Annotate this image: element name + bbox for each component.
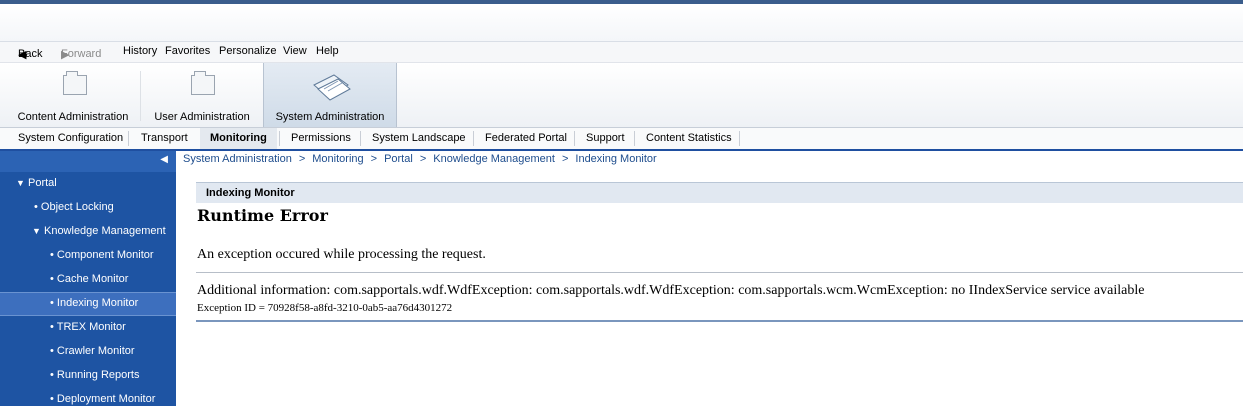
sidebar-item-portal[interactable]: ▼ Portal <box>0 173 176 195</box>
breadcrumb-separator: > <box>298 153 306 165</box>
sidebar-item-label: Deployment Monitor <box>56 393 156 405</box>
error-additional-info: Additional information: com.sapportals.w… <box>197 283 1145 298</box>
sidebar-item-label: Running Reports <box>56 369 140 381</box>
exception-id: Exception ID = 70928f58-a8fd-3210-0ab5-a… <box>197 302 453 314</box>
tab-divider <box>739 131 740 146</box>
role-user-administration[interactable]: User Administration <box>148 63 256 127</box>
tab-divider <box>360 131 361 146</box>
sidebar-item-component-monitor[interactable]: • Component Monitor <box>0 245 176 267</box>
breadcrumb: System Administration > Monitoring > Portal >… <box>183 153 657 165</box>
tab-permissions[interactable]: Permissions <box>291 132 351 144</box>
tab-federated-portal[interactable]: Federated Portal <box>485 132 567 144</box>
bullet-icon: • <box>50 273 54 285</box>
sidebar-item-label: Portal <box>27 177 57 189</box>
back-label: Back <box>18 48 43 60</box>
sidebar-item-crawler-monitor[interactable]: • Crawler Monitor <box>0 341 176 363</box>
bullet-icon: • <box>50 321 54 333</box>
tab-monitoring[interactable]: Monitoring <box>200 128 277 149</box>
tab-divider <box>574 131 575 146</box>
history-menu[interactable]: History <box>123 45 157 57</box>
tab-divider <box>128 131 129 146</box>
bullet-icon: • <box>50 369 54 381</box>
tab-transport[interactable]: Transport <box>141 132 188 144</box>
breadcrumb-item[interactable]: Monitoring <box>312 153 363 165</box>
sidebar-item-label: Cache Monitor <box>56 273 129 285</box>
portal-header <box>0 4 1243 42</box>
breadcrumb-item[interactable]: System Administration <box>183 153 292 165</box>
breadcrumb-separator: > <box>370 153 378 165</box>
personalize-menu[interactable]: Personalize <box>219 45 276 57</box>
help-menu[interactable]: Help <box>316 45 339 57</box>
breadcrumb-separator: > <box>561 153 569 165</box>
indexing-monitor-panel: Indexing Monitor Runtime Error An except… <box>196 182 1243 322</box>
panel-title-bar: Indexing Monitor <box>196 182 1243 203</box>
bullet-icon: • <box>50 393 54 405</box>
sidebar-item-knowledge-management[interactable]: ▼ Knowledge Management <box>0 221 176 243</box>
breadcrumb-separator: > <box>419 153 427 165</box>
sidebar-item-label: TREX Monitor <box>56 321 126 333</box>
role-system-administration[interactable]: System Administration <box>263 63 397 127</box>
role-label: System Administration <box>275 111 385 123</box>
tab-content-statistics[interactable]: Content Statistics <box>646 132 732 144</box>
sidebar-item-label: Component Monitor <box>56 249 154 261</box>
view-menu[interactable]: View <box>283 45 307 57</box>
breadcrumb-item[interactable]: Knowledge Management <box>433 153 555 165</box>
breadcrumb-item[interactable]: Portal <box>384 153 413 165</box>
divider <box>196 272 1243 273</box>
error-message: An exception occured while processing th… <box>197 247 486 262</box>
role-label: Content Administration <box>17 111 129 123</box>
sidebar-item-trex-monitor[interactable]: • TREX Monitor <box>0 317 176 339</box>
breadcrumb-current[interactable]: Indexing Monitor <box>575 153 656 165</box>
tab-divider <box>473 131 474 146</box>
role-label: User Administration <box>154 111 250 123</box>
expanded-triangle-icon: ▼ <box>16 178 25 188</box>
folder-icon <box>63 71 87 95</box>
expanded-triangle-icon: ▼ <box>32 226 41 236</box>
folder-icon <box>191 71 215 95</box>
sidebar-item-indexing-monitor[interactable]: • Indexing Monitor <box>0 292 176 316</box>
system-admin-icon <box>313 74 351 101</box>
sidebar-item-object-locking[interactable]: • Object Locking <box>0 197 176 219</box>
bullet-icon: • <box>50 249 54 261</box>
tab-divider <box>634 131 635 146</box>
bullet-icon: • <box>50 345 54 357</box>
forward-arrow-icon: ▶ <box>61 49 70 61</box>
sidebar-item-running-reports[interactable]: • Running Reports <box>0 365 176 387</box>
tab-divider <box>279 131 280 146</box>
tab-system-configuration[interactable]: System Configuration <box>18 132 123 144</box>
favorites-menu[interactable]: Favorites <box>165 45 210 57</box>
role-divider <box>140 71 141 121</box>
role-content-administration[interactable]: Content Administration <box>14 63 132 127</box>
sidebar-item-label: Indexing Monitor <box>56 297 139 309</box>
bullet-icon: • <box>50 297 54 309</box>
sidebar-item-deployment-monitor[interactable]: • Deployment Monitor <box>0 389 176 411</box>
sidebar-item-label: Object Locking <box>40 201 114 213</box>
error-heading: Runtime Error <box>197 206 328 225</box>
role-navigation: Content Administration User Administrati… <box>0 63 1243 128</box>
tab-support[interactable]: Support <box>586 132 625 144</box>
sidebar-item-label: Crawler Monitor <box>56 345 135 357</box>
navigation-sidebar: ◀ ▼ Portal • Object Locking ▼ Knowledge … <box>0 151 176 406</box>
portal-toolbar: ◀ Back Forward ▶ History Favorites Person… <box>0 42 1243 63</box>
detailed-navigation-tabs: System Configuration Transport Monitorin… <box>0 128 1243 151</box>
sidebar-item-cache-monitor[interactable]: • Cache Monitor <box>0 269 176 291</box>
sidebar-collapse-bar[interactable]: ◀ <box>0 151 176 172</box>
panel-title: Indexing Monitor <box>206 187 295 199</box>
panel-bottom-border <box>196 320 1243 322</box>
bullet-icon: • <box>34 201 38 213</box>
collapse-arrow-icon[interactable]: ◀ <box>160 154 168 165</box>
sidebar-item-label: Knowledge Management <box>43 225 166 237</box>
tab-system-landscape[interactable]: System Landscape <box>372 132 466 144</box>
